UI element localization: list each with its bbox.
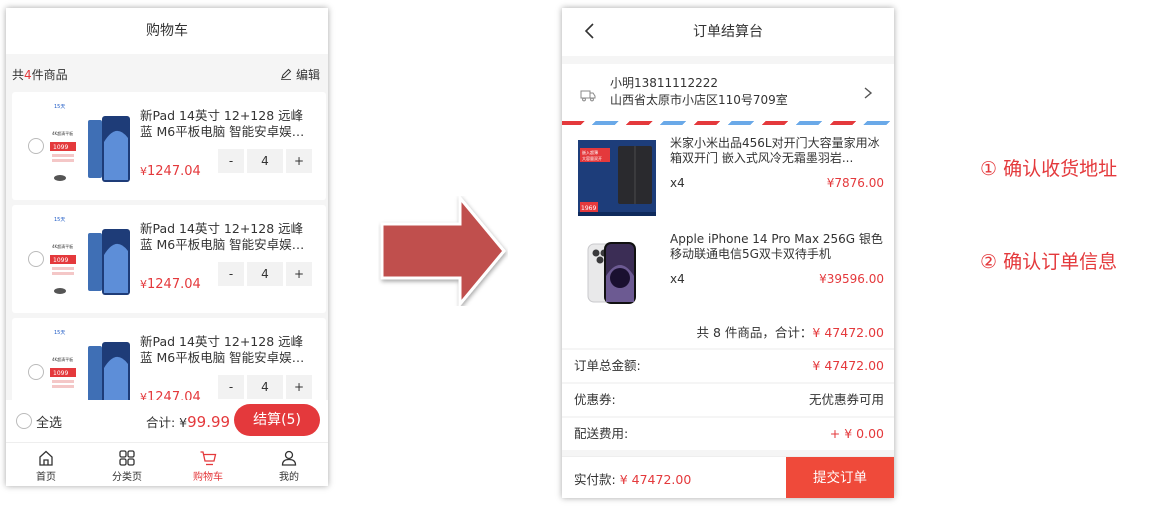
cart-footer: 全选 合计: ¥99.99 结算(5) — [6, 400, 328, 442]
quantity-value[interactable]: 4 — [247, 262, 283, 286]
svg-text:15天: 15天 — [54, 217, 65, 223]
step-note-address: ① 确认收货地址 — [980, 158, 1118, 180]
order-total-row: 订单总金额: ¥ 47472.00 — [562, 350, 894, 382]
quantity-value[interactable]: 4 — [247, 375, 283, 399]
chevron-right-icon — [864, 87, 873, 99]
increase-button[interactable]: + — [286, 149, 312, 173]
order-item-name[interactable]: Apple iPhone 14 Pro Max 256G 银色 移动联通电信5G… — [670, 232, 884, 262]
svg-text:1969: 1969 — [581, 205, 596, 212]
shipping-row: 配送费用: + ¥ 0.00 — [562, 418, 894, 450]
svg-text:15天: 15天 — [54, 104, 65, 110]
svg-text:1099: 1099 — [53, 370, 68, 377]
tab-category[interactable]: 分类页 — [92, 445, 162, 483]
edit-button[interactable]: 编辑 — [280, 58, 320, 92]
item-name[interactable]: 新Pad 14英寸 12+128 远峰蓝 M6平板电脑 智能安卓娱乐十... — [140, 221, 312, 253]
select-all-label[interactable]: 全选 — [36, 412, 62, 431]
iphone-thumbnail[interactable] — [578, 236, 656, 312]
fridge-thumbnail[interactable]: 嵌入超薄 大容量双开 1969 — [578, 140, 656, 216]
order-item-qty: x4 — [670, 272, 685, 286]
coupon-label: 优惠券: — [574, 392, 616, 407]
page-title: 购物车 — [6, 8, 328, 54]
tablet-thumbnail[interactable]: 15天 4K超清平板 1099 — [40, 215, 136, 301]
cart-item: 15天 4K超清平板 1099 新Pad 14英寸 12+128 远峰蓝 M6平… — [12, 92, 326, 200]
tablet-thumbnail[interactable]: 15天 4K超清平板 1099 — [40, 102, 136, 188]
page-title: 订单结算台 — [562, 8, 894, 56]
grid-icon — [119, 450, 135, 466]
truck-icon — [580, 90, 596, 102]
decrease-button[interactable]: - — [218, 375, 244, 399]
shipping-label: 配送费用: — [574, 426, 629, 441]
item-count: 共4件商品 — [12, 68, 68, 82]
svg-text:4K超清平板: 4K超清平板 — [52, 130, 73, 136]
pencil-icon — [281, 68, 292, 80]
step-note-order: ② 确认订单信息 — [980, 251, 1118, 273]
cart-item: 15天 4K超清平板 1099 新Pad 14英寸 12+128 远峰蓝 M6平… — [12, 205, 326, 313]
item-price: ¥1247.04 — [140, 164, 201, 179]
cart-icon — [200, 451, 217, 466]
decrease-button[interactable]: - — [218, 262, 244, 286]
coupon-value: 无优惠券可用 — [808, 392, 884, 407]
back-chevron-icon[interactable] — [580, 21, 600, 41]
tab-bar: 首页 分类页 购物车 我的 — [6, 442, 328, 486]
svg-text:1099: 1099 — [53, 257, 68, 264]
order-item: Apple iPhone 14 Pro Max 256G 银色 移动联通电信5G… — [562, 226, 894, 322]
flow-arrow — [380, 196, 506, 306]
order-total-label: 订单总金额: — [574, 358, 641, 373]
user-icon — [281, 450, 297, 466]
increase-button[interactable]: + — [286, 375, 312, 399]
order-total-value: ¥ 47472.00 — [812, 358, 884, 373]
order-summary: 共 8 件商品，合计：¥ 47472.00 — [562, 318, 894, 348]
tab-profile[interactable]: 我的 — [254, 445, 324, 483]
home-icon — [39, 450, 53, 466]
order-item-price: ¥7876.00 — [826, 176, 884, 190]
checkout-button[interactable]: 结算(5) — [234, 404, 320, 436]
svg-text:大容量双开: 大容量双开 — [582, 155, 602, 161]
item-price: ¥1247.04 — [140, 277, 201, 292]
checkout-screen: 订单结算台 小明13811112222 山西省太原市小店区110号709室 嵌入… — [562, 8, 894, 498]
tab-home[interactable]: 首页 — [11, 445, 81, 483]
cart-total: 合计: ¥99.99 — [146, 413, 231, 431]
checkout-bottom-bar: 实付款: ¥ 47472.00 提交订单 — [562, 456, 894, 498]
item-name[interactable]: 新Pad 14英寸 12+128 远峰蓝 M6平板电脑 智能安卓娱乐十... — [140, 108, 312, 140]
svg-text:1099: 1099 — [53, 144, 68, 151]
decrease-button[interactable]: - — [218, 149, 244, 173]
order-item-price: ¥39596.00 — [819, 272, 884, 286]
item-name[interactable]: 新Pad 14英寸 12+128 远峰蓝 M6平板电脑 智能安卓娱乐十... — [140, 334, 312, 366]
submit-order-button[interactable]: 提交订单 — [786, 457, 894, 498]
svg-text:4K超清平板: 4K超清平板 — [52, 356, 73, 362]
order-item: 嵌入超薄 大容量双开 1969 米家小米出品456L对开门大容量家用冰箱双开门 … — [562, 130, 894, 226]
order-item-qty: x4 — [670, 176, 685, 190]
cart-screen: 购物车 共4件商品 编辑 15天 4K超清平板 1099 新Pad 14英寸 1… — [6, 8, 328, 486]
tab-cart[interactable]: 购物车 — [173, 445, 243, 483]
pay-amount: 实付款: ¥ 47472.00 — [574, 472, 692, 487]
receiver-name-phone: 小明13811112222 — [610, 76, 718, 90]
order-item-name[interactable]: 米家小米出品456L对开门大容量家用冰箱双开门 嵌入式风冷无霜墨羽岩... — [670, 136, 884, 166]
svg-text:嵌入超薄: 嵌入超薄 — [582, 149, 598, 155]
receiver-address: 山西省太原市小店区110号709室 — [610, 93, 788, 107]
quantity-value[interactable]: 4 — [247, 149, 283, 173]
svg-text:15天: 15天 — [54, 330, 65, 336]
shipping-value: + ¥ 0.00 — [829, 426, 884, 441]
coupon-row[interactable]: 优惠券: 无优惠券可用 — [562, 384, 894, 416]
address-stripe — [562, 121, 894, 125]
select-all-checkbox[interactable] — [16, 413, 32, 429]
cart-count-bar: 共4件商品 编辑 — [6, 58, 328, 92]
increase-button[interactable]: + — [286, 262, 312, 286]
svg-text:4K超清平板: 4K超清平板 — [52, 243, 73, 249]
